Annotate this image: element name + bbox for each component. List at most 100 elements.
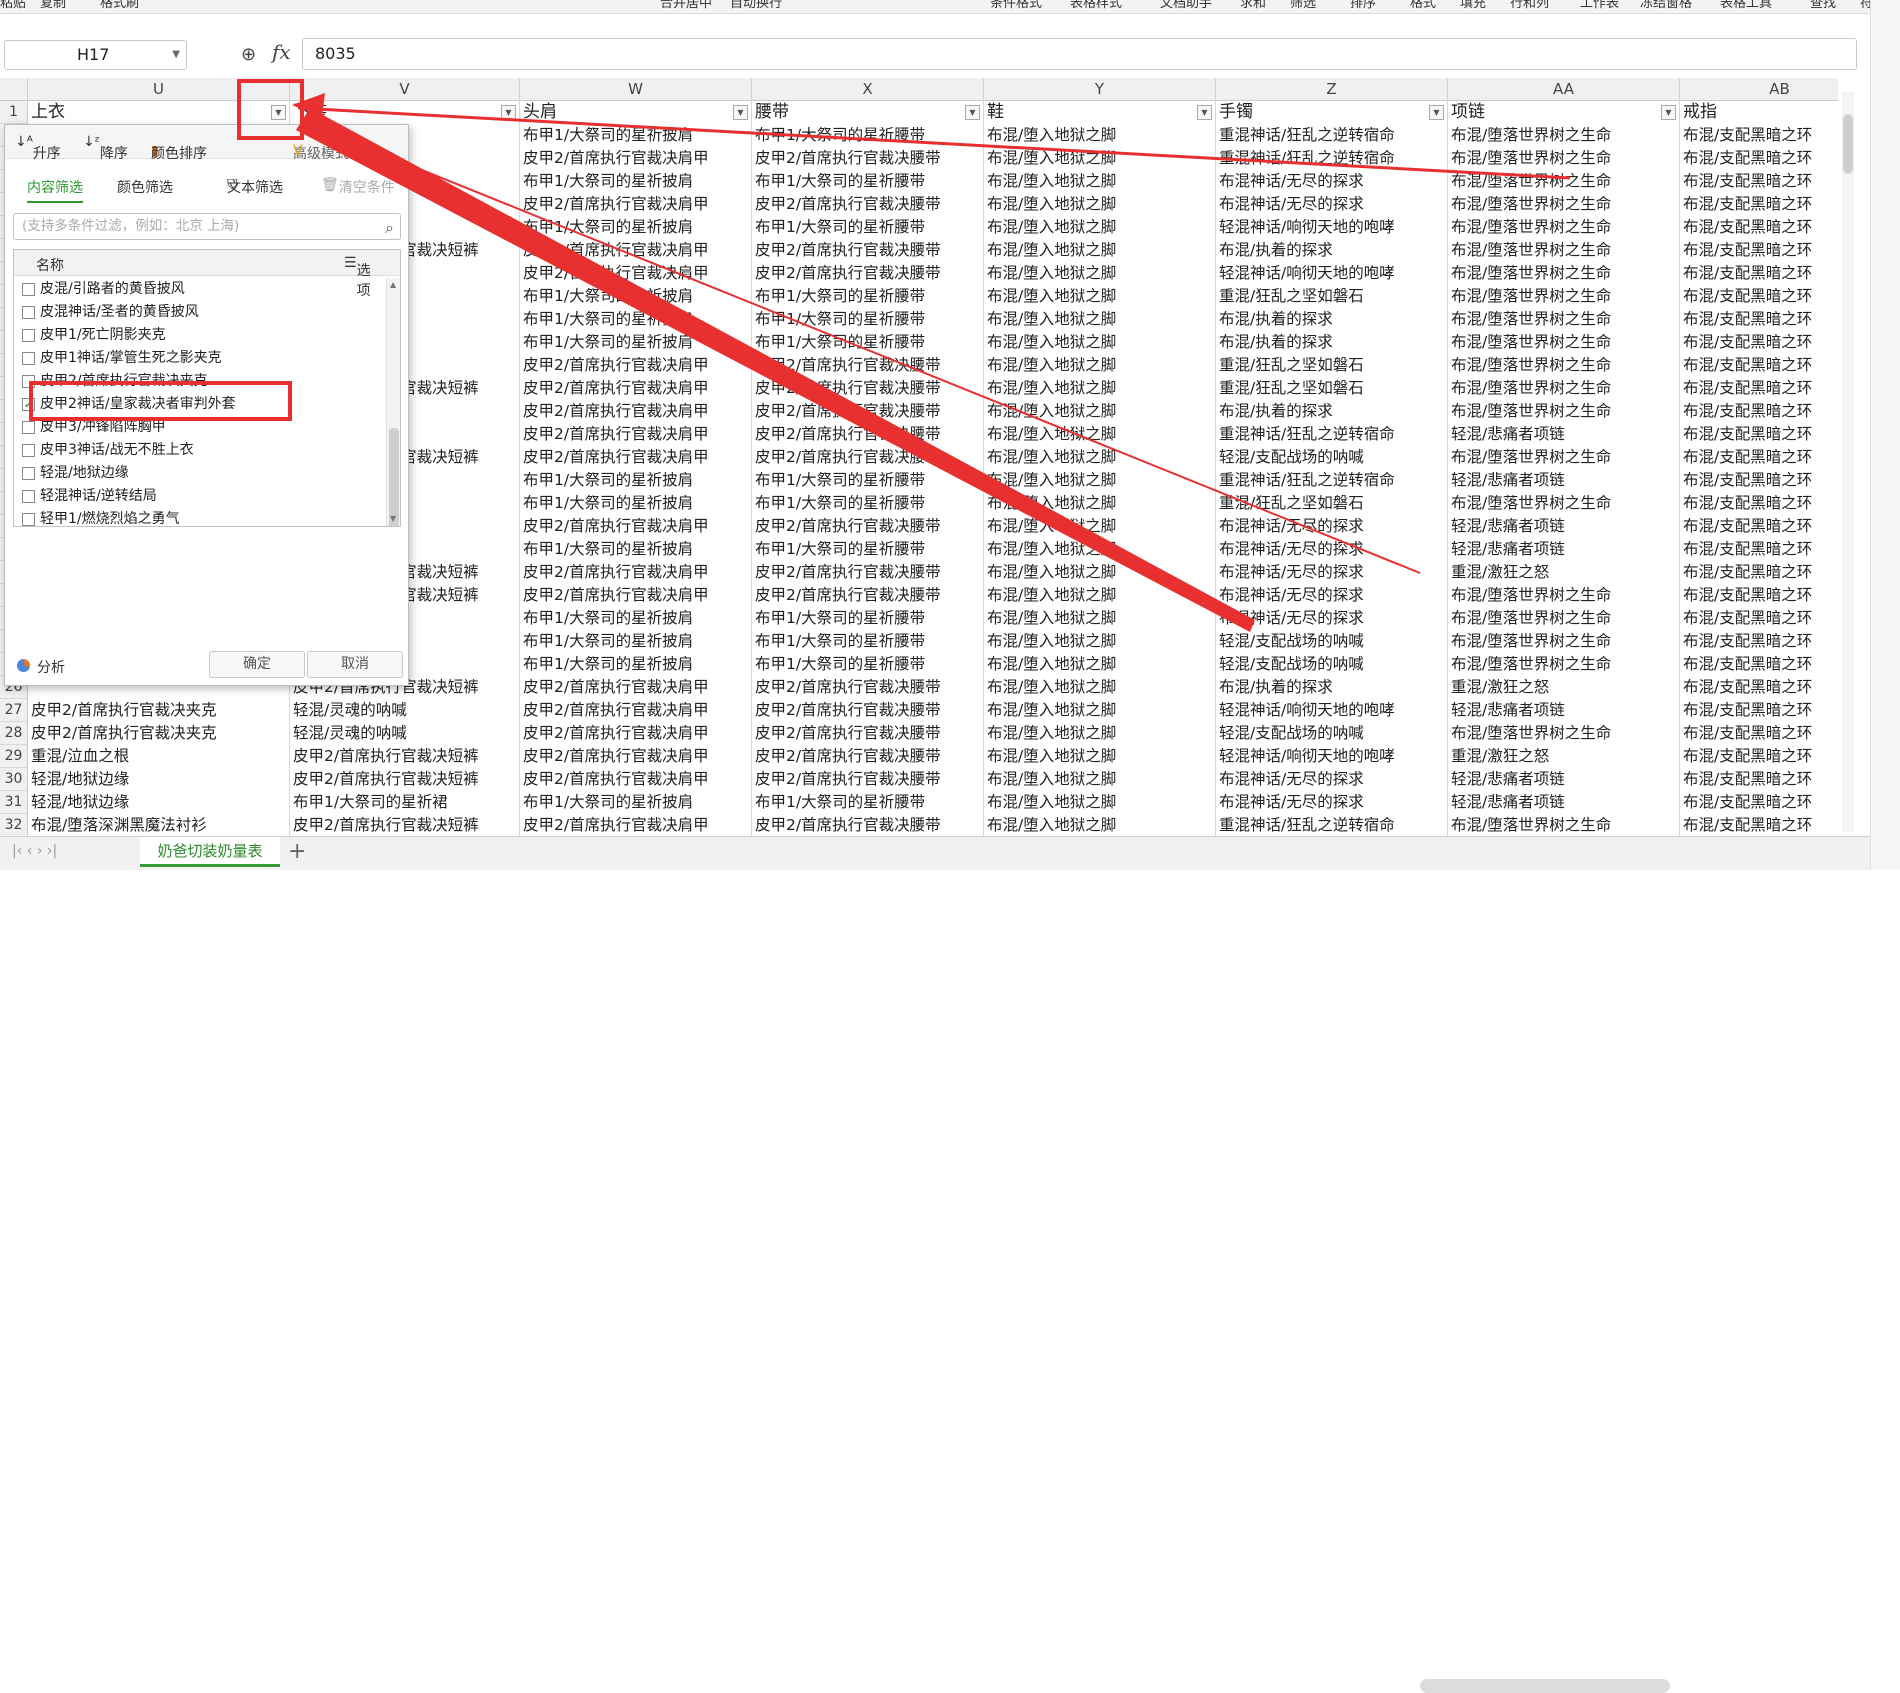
chevron-down-icon[interactable]: ▼ xyxy=(172,41,180,69)
table-cell[interactable]: 布混/堕入地狱之脚 xyxy=(984,791,1216,814)
toolbar-item[interactable]: 表格样式 xyxy=(1070,0,1122,11)
table-cell[interactable]: 布甲1/大祭司的星祈腰带 xyxy=(752,285,984,308)
toolbar-item[interactable]: 排序 xyxy=(1350,0,1376,11)
table-cell[interactable]: 布混/堕落世界树之生命 xyxy=(1448,193,1680,216)
column-header[interactable]: AB xyxy=(1680,78,1838,101)
sort-asc-button[interactable]: ↓ᴬ 升序 xyxy=(15,134,61,162)
table-cell[interactable]: 布混/支配黑暗之环 xyxy=(1680,814,1838,836)
table-cell[interactable]: 皮甲2/首席执行官裁决腰带 xyxy=(752,515,984,538)
table-cell[interactable]: 重混/激狂之怒 xyxy=(1448,676,1680,699)
table-cell[interactable]: 轻混/地狱边缘 xyxy=(28,768,290,791)
filter-dropdown-icon[interactable]: ▼ xyxy=(1429,105,1444,120)
table-cell[interactable]: 布混/支配黑暗之环 xyxy=(1680,745,1838,768)
filter-list-item[interactable]: 轻混/地狱边缘 xyxy=(14,462,384,485)
toolbar-item[interactable]: 条件格式 xyxy=(990,0,1042,11)
table-cell[interactable]: 布混/执着的探求 xyxy=(1216,400,1448,423)
table-cell[interactable]: 布混/堕入地狱之脚 xyxy=(984,239,1216,262)
table-cell[interactable]: 布混/支配黑暗之环 xyxy=(1680,722,1838,745)
table-cell[interactable]: 皮甲2/首席执行官裁决短裤 xyxy=(290,814,520,836)
header-cell[interactable]: 戒指▼ xyxy=(1680,101,1838,124)
header-cell[interactable]: 项链 ▼ xyxy=(1448,101,1680,124)
table-cell[interactable]: 布混/堕入地狱之脚 xyxy=(984,722,1216,745)
table-cell[interactable]: 轻混神话/响彻天地的咆哮 xyxy=(1216,745,1448,768)
table-cell[interactable]: 皮甲2/首席执行官裁决肩甲 xyxy=(520,147,752,170)
table-cell[interactable]: 布混/堕入地狱之脚 xyxy=(984,584,1216,607)
table-cell[interactable]: 布混/堕入地狱之脚 xyxy=(984,492,1216,515)
table-cell[interactable]: 皮甲2/首席执行官裁决腰带 xyxy=(752,147,984,170)
column-header[interactable]: X xyxy=(752,78,984,101)
filter-list-item[interactable]: 皮甲1神话/掌管生死之影夹克 xyxy=(14,347,384,370)
column-header[interactable]: W xyxy=(520,78,752,101)
table-cell[interactable]: 布混/堕落世界树之生命 xyxy=(1448,653,1680,676)
table-cell[interactable]: 布混/堕落世界树之生命 xyxy=(1448,331,1680,354)
tab-color-filter[interactable]: 颜色筛选 xyxy=(117,177,173,197)
table-cell[interactable]: 布混/堕入地狱之脚 xyxy=(984,262,1216,285)
table-cell[interactable]: 皮甲2/首席执行官裁决腰带 xyxy=(752,768,984,791)
table-cell[interactable]: 皮甲2/首席执行官裁决肩甲 xyxy=(520,262,752,285)
checkbox[interactable] xyxy=(22,490,35,503)
add-sheet-icon[interactable]: + xyxy=(288,839,306,864)
filter-list-item[interactable]: 皮混神话/圣者的黄昏披风 xyxy=(14,301,384,324)
table-cell[interactable]: 布甲1/大祭司的星祈披肩 xyxy=(520,285,752,308)
table-cell[interactable]: 布混/支配黑暗之环 xyxy=(1680,538,1838,561)
table-cell[interactable]: 布混神话/无尽的探求 xyxy=(1216,538,1448,561)
table-cell[interactable]: 布甲1/大祭司的星祈披肩 xyxy=(520,630,752,653)
table-cell[interactable]: 布混/堕落世界树之生命 xyxy=(1448,239,1680,262)
scroll-down-icon[interactable]: ▼ xyxy=(390,514,396,523)
filter-list-item[interactable]: 轻甲1/燃烧烈焰之勇气 xyxy=(14,508,384,526)
table-cell[interactable]: 轻混/悲痛者项链 xyxy=(1448,791,1680,814)
cancel-button[interactable]: 取消 xyxy=(307,651,403,678)
table-cell[interactable]: 布混/执着的探求 xyxy=(1216,308,1448,331)
table-cell[interactable]: 轻混/悲痛者项链 xyxy=(1448,469,1680,492)
table-cell[interactable]: 布甲1/大祭司的星祈披肩 xyxy=(520,469,752,492)
table-cell[interactable]: 轻混神话/响彻天地的咆哮 xyxy=(1216,699,1448,722)
header-cell[interactable]: 下装 ▼ xyxy=(290,101,520,124)
table-cell[interactable]: 重混神话/狂乱之逆转宿命 xyxy=(1216,814,1448,836)
table-cell[interactable]: 布混/堕入地狱之脚 xyxy=(984,285,1216,308)
toolbar-item[interactable]: 求和 xyxy=(1240,0,1266,11)
filter-dropdown-icon[interactable]: ▼ xyxy=(965,105,980,120)
table-cell[interactable]: 布混/堕落世界树之生命 xyxy=(1448,216,1680,239)
table-cell[interactable]: 布混/堕入地狱之脚 xyxy=(984,745,1216,768)
table-cell[interactable]: 布混/堕落世界树之生命 xyxy=(1448,285,1680,308)
table-cell[interactable]: 布混神话/无尽的探求 xyxy=(1216,791,1448,814)
header-cell[interactable]: 腰带 ▼ xyxy=(752,101,984,124)
filter-dropdown-icon[interactable]: ▼ xyxy=(733,105,748,120)
table-cell[interactable]: 轻混/支配战场的呐喊 xyxy=(1216,630,1448,653)
table-cell[interactable]: 布混/堕落世界树之生命 xyxy=(1448,814,1680,836)
table-cell[interactable]: 轻混/悲痛者项链 xyxy=(1448,538,1680,561)
row-number[interactable]: 30 xyxy=(0,768,28,791)
table-cell[interactable]: 皮甲2/首席执行官裁决腰带 xyxy=(752,745,984,768)
table-cell[interactable]: 皮甲2/首席执行官裁决肩甲 xyxy=(520,699,752,722)
table-cell[interactable]: 布混/堕入地狱之脚 xyxy=(984,423,1216,446)
sheet-tab[interactable]: 奶爸切装奶量表 xyxy=(140,837,280,867)
table-cell[interactable]: 布混/支配黑暗之环 xyxy=(1680,768,1838,791)
table-cell[interactable]: 布甲1/大祭司的星祈腰带 xyxy=(752,791,984,814)
table-cell[interactable]: 布混/堕入地狱之脚 xyxy=(984,515,1216,538)
clear-conditions-button[interactable]: 🗑 清空条件 xyxy=(321,177,395,196)
toolbar-item[interactable]: 表格工具 xyxy=(1720,0,1772,11)
table-cell[interactable]: 布甲1/大祭司的星祈披肩 xyxy=(520,653,752,676)
table-cell[interactable]: 布甲1/大祭司的星祈披肩 xyxy=(520,170,752,193)
checkbox[interactable] xyxy=(22,467,35,480)
table-cell[interactable]: 布混/堕入地狱之脚 xyxy=(984,768,1216,791)
table-cell[interactable]: 布混/堕入地狱之脚 xyxy=(984,699,1216,722)
filter-dropdown-icon[interactable]: ▼ xyxy=(1661,105,1676,120)
sort-desc-button[interactable]: ↓ᶻ 降序 xyxy=(83,134,128,162)
table-cell[interactable]: 皮甲2/首席执行官裁决肩甲 xyxy=(520,722,752,745)
table-cell[interactable]: 布混/堕入地狱之脚 xyxy=(984,469,1216,492)
table-cell[interactable]: 布混/堕入地狱之脚 xyxy=(984,538,1216,561)
table-cell[interactable]: 轻混/支配战场的呐喊 xyxy=(1216,653,1448,676)
toolbar-item[interactable]: 工作表 xyxy=(1580,0,1619,11)
table-cell[interactable]: 皮甲2/首席执行官裁决肩甲 xyxy=(520,814,752,836)
table-cell[interactable]: 重混/狂乱之坚如磐石 xyxy=(1216,377,1448,400)
column-header[interactable]: V xyxy=(290,78,520,101)
table-cell[interactable]: 布甲1/大祭司的星祈腰带 xyxy=(752,607,984,630)
table-cell[interactable]: 布混/执着的探求 xyxy=(1216,331,1448,354)
table-cell[interactable]: 皮甲2/首席执行官裁决腰带 xyxy=(752,814,984,836)
table-cell[interactable]: 布混/堕落世界树之生命 xyxy=(1448,607,1680,630)
table-cell[interactable]: 布混/支配黑暗之环 xyxy=(1680,469,1838,492)
table-cell[interactable]: 重混/激狂之怒 xyxy=(1448,561,1680,584)
tab-content-filter[interactable]: 内容筛选 xyxy=(27,177,83,203)
table-cell[interactable]: 布混/支配黑暗之环 xyxy=(1680,676,1838,699)
